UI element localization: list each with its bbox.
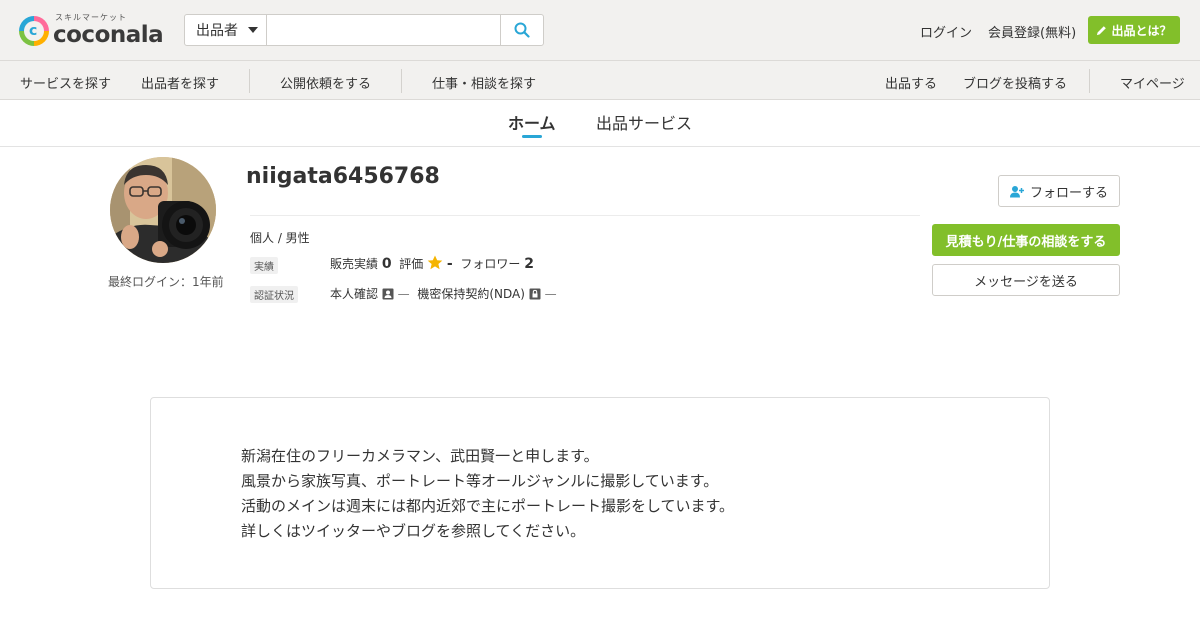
consult-button[interactable]: 見積もり/仕事の相談をする [932, 224, 1120, 256]
bio-box: 新潟在住のフリーカメラマン、武田賢一と申します。 風景から家族写真、ポートレート… [150, 397, 1050, 589]
bio-line: 風景から家族写真、ポートレート等オールジャンルに撮影しています。 [241, 472, 719, 490]
nda-status: — [544, 287, 557, 301]
tab-services[interactable]: 出品サービス [596, 110, 692, 134]
followers-label: フォロワー [460, 257, 521, 271]
last-login-text: 最終ログイン：1年前 [108, 275, 224, 289]
record-label: 実績 [250, 257, 278, 274]
avatar [110, 157, 216, 263]
record-stats: 販売実績 0 評価 - フォロワー 2 [330, 255, 534, 272]
nav-sell[interactable]: 出品する [885, 73, 937, 92]
nav-find-sellers[interactable]: 出品者を探す [141, 73, 219, 92]
profile-attributes: 個人 / 男性 [250, 231, 310, 245]
search-button[interactable] [500, 15, 543, 45]
identity-status: — [397, 287, 410, 301]
followers-value: 2 [524, 256, 534, 272]
nav-divider [1089, 69, 1090, 93]
search-input[interactable] [267, 15, 500, 45]
lock-document-icon [529, 288, 541, 300]
pencil-icon [1097, 25, 1107, 35]
add-user-icon [1009, 185, 1024, 197]
rating-label: 評価 [399, 257, 424, 271]
nav-my-page[interactable]: マイページ [1120, 73, 1185, 92]
search-category-select[interactable]: 出品者 [185, 15, 267, 45]
username: niigata6456768 [246, 164, 440, 189]
bio-line: 活動のメインは週末には都内近郊で主にポートレート撮影をしています。 [241, 497, 735, 515]
bio-line: 新潟在住のフリーカメラマン、武田賢一と申します。 [241, 447, 599, 465]
nav-find-jobs[interactable]: 仕事・相談を探す [432, 73, 536, 92]
active-tab-indicator [522, 135, 542, 138]
nda-label: 機密保持契約(NDA) [417, 287, 525, 301]
nav-post-request[interactable]: 公開依頼をする [280, 73, 371, 92]
sales-label: 販売実績 [330, 257, 379, 271]
profile-divider [250, 215, 920, 216]
nav-divider [401, 69, 402, 93]
login-link[interactable]: ログイン [920, 22, 972, 41]
about-selling-button[interactable]: 出品とは？ [1088, 16, 1180, 44]
follow-label: フォローする [1029, 185, 1108, 201]
logo-subtitle: スキルマーケット [55, 13, 127, 22]
register-link[interactable]: 会員登録(無料) [988, 22, 1076, 41]
profile-tabs: ホーム 出品サービス [0, 100, 1200, 147]
search-icon [514, 22, 530, 38]
about-selling-label: 出品とは？ [1111, 23, 1172, 38]
star-icon [427, 255, 443, 270]
logo-wordmark: coconala [53, 22, 164, 48]
search-bar: 出品者 [184, 14, 544, 46]
top-header: c スキルマーケット coconala 出品者 ログイン 会員登録(無料) 出品… [0, 0, 1200, 61]
search-category-label: 出品者 [196, 23, 238, 39]
send-message-button[interactable]: メッセージを送る [932, 264, 1120, 296]
chevron-down-icon [248, 27, 258, 33]
identity-label: 本人確認 [330, 287, 379, 301]
nav-divider [249, 69, 250, 93]
tab-home[interactable]: ホーム [508, 110, 556, 134]
sales-value: 0 [381, 256, 392, 272]
follow-button[interactable]: フォローする [998, 175, 1120, 207]
avatar-photo [110, 157, 216, 263]
id-card-icon [382, 288, 394, 300]
bio-line: 詳しくはツイッターやブログを参照してください。 [241, 522, 586, 540]
sub-navigation: サービスを探す 出品者を探す 公開依頼をする 仕事・相談を探す 出品する ブログ… [0, 61, 1200, 100]
logo-mark-icon: c [19, 16, 49, 46]
verification-label: 認証状況 [250, 286, 298, 303]
coconala-logo[interactable]: c スキルマーケット coconala [19, 13, 164, 49]
verification-status: 本人確認 — 機密保持契約(NDA) — [330, 285, 557, 302]
nav-find-services[interactable]: サービスを探す [20, 73, 111, 92]
nav-post-blog[interactable]: ブログを投稿する [963, 73, 1067, 92]
rating-value: - [446, 256, 453, 272]
